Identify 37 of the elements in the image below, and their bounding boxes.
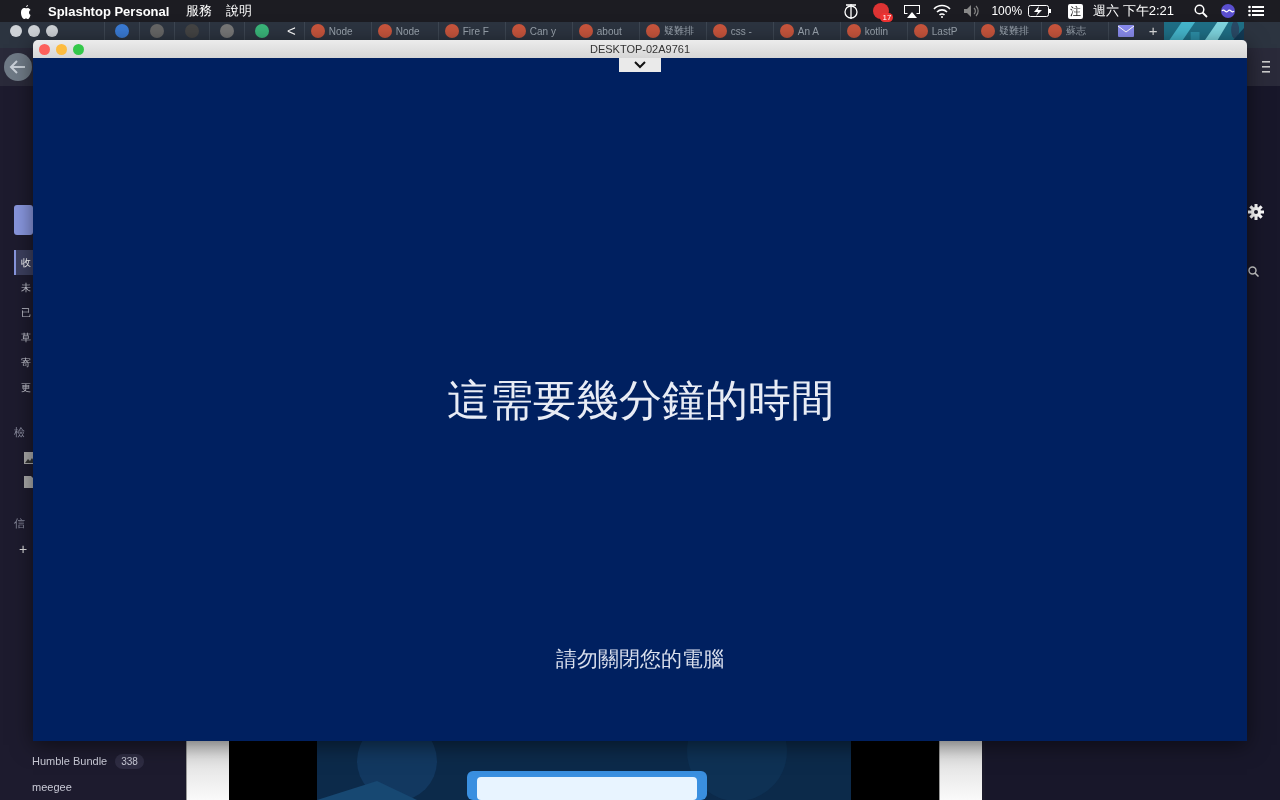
clock[interactable]: 週六 下午2:21	[1093, 2, 1174, 20]
folder-item[interactable]: 收	[14, 250, 33, 275]
tab-label: 蘇志	[1065, 24, 1086, 38]
folder-item[interactable]: 草	[14, 325, 33, 350]
folder-item[interactable]: 寄	[14, 350, 33, 375]
status-message: 這需要幾分鐘的時間	[446, 374, 834, 427]
tab-label: css -	[730, 25, 752, 37]
section-heading: 檢	[14, 425, 25, 440]
app-menu[interactable]: Splashtop Personal	[48, 3, 170, 19]
tab-label: about	[596, 25, 622, 37]
tab-label: 疑難排	[663, 24, 694, 38]
label-item[interactable]: meegee	[32, 781, 72, 793]
scroll-left-button[interactable]: <	[279, 22, 304, 40]
folder-item[interactable]: 已	[14, 300, 33, 325]
menu-item[interactable]: 說明	[226, 2, 253, 20]
warning-text: 請勿關閉您的電腦	[556, 646, 724, 673]
menu-item[interactable]: 服務	[186, 2, 213, 20]
folder-item[interactable]: 未	[14, 275, 33, 300]
label-item[interactable]: Humble Bundle	[32, 755, 108, 767]
notification-app-icon[interactable]: 17	[873, 3, 890, 19]
section-heading: 信	[14, 516, 25, 531]
tab-label: Node	[328, 25, 353, 37]
battery-percent: 100%	[991, 4, 1023, 18]
tab-label: 疑難排	[998, 24, 1029, 38]
tab-label: Node	[395, 25, 420, 37]
new-tab-button[interactable]: +	[1142, 22, 1164, 40]
input-method-icon[interactable]: 注	[1068, 3, 1084, 19]
notification-count: 17	[880, 13, 894, 22]
window-title: DESKTOP-02A9761	[588, 43, 692, 55]
tab-label: Fire F	[462, 25, 489, 37]
tab-label: An A	[797, 25, 819, 37]
tab-label: Can y	[529, 25, 556, 37]
add-button[interactable]: +	[19, 541, 28, 557]
tab-label: kotlin	[864, 25, 889, 37]
folder-item[interactable]: 更	[14, 375, 33, 400]
count-badge: 338	[115, 753, 144, 769]
tab-label: LastP	[931, 25, 958, 37]
